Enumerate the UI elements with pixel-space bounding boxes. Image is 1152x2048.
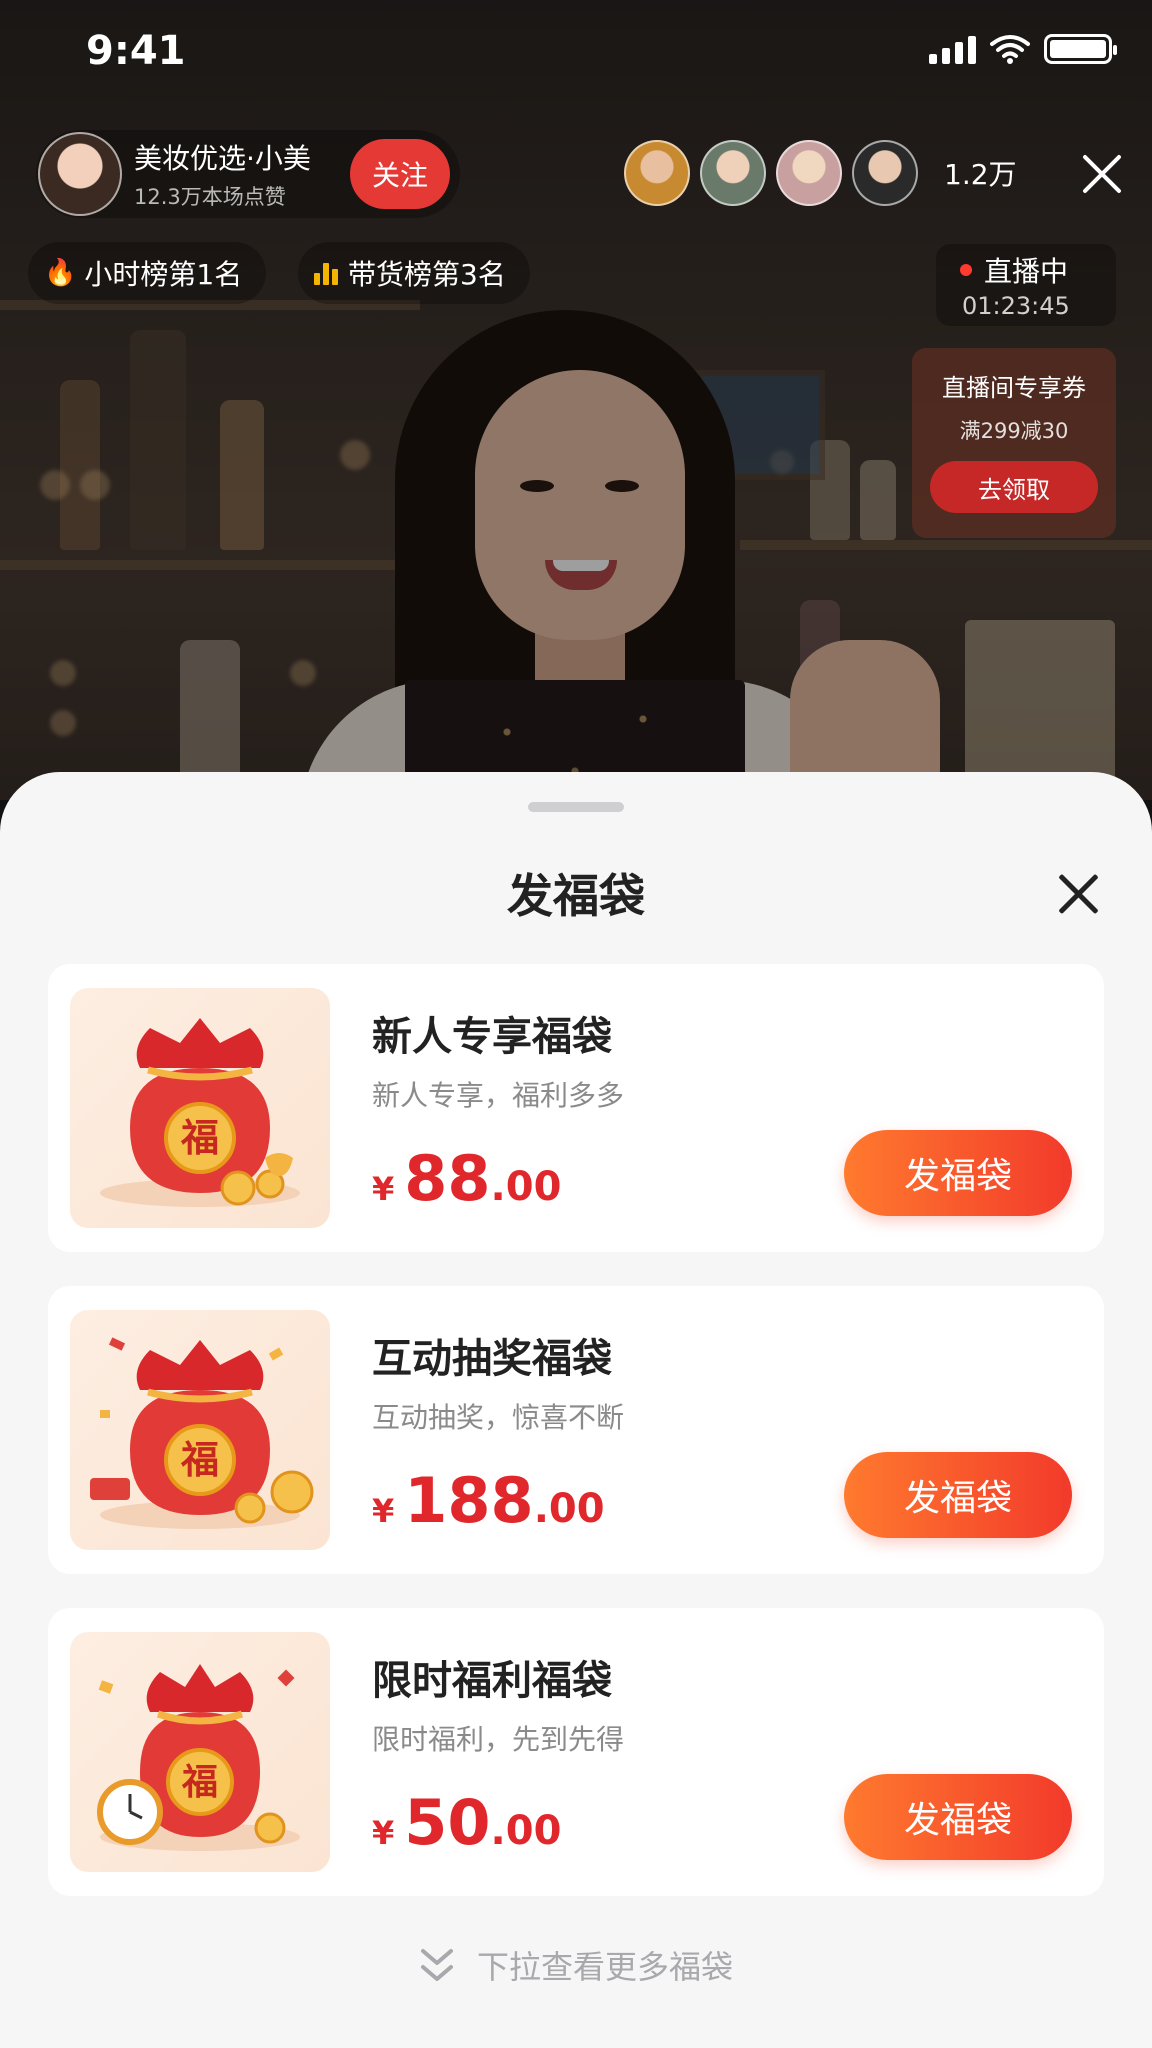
lucky-bag-subtitle: 互动抽奖，惊喜不断 [372, 1401, 625, 1434]
wifi-icon [990, 35, 1030, 64]
price-decimal: .00 [533, 1486, 605, 1532]
send-lucky-bag-button[interactable]: 发福袋 [844, 1130, 1072, 1216]
close-live-icon[interactable] [1080, 152, 1124, 196]
sales-rank-label: 带货榜第3名 [348, 258, 506, 291]
send-lucky-bag-button[interactable]: 发福袋 [844, 1774, 1072, 1860]
live-label: 直播中 [984, 255, 1069, 288]
lucky-bag-price: ¥ 188 .00 [372, 1464, 605, 1537]
signal-icon [929, 34, 976, 64]
price-decimal: .00 [490, 1808, 562, 1854]
price-integer: 88 [404, 1142, 491, 1215]
lucky-bag-title: 限时福利福袋 [372, 1658, 612, 1704]
price-currency: ¥ [372, 1170, 395, 1208]
live-duration: 01:23:45 [962, 292, 1070, 320]
close-icon[interactable] [1056, 872, 1100, 916]
lucky-bag-sheet: 发福袋 福 新人专享福袋 新人专享，福利多多 ¥ 88 .00 发福袋 福 互动… [0, 772, 1152, 2048]
anchor-name: 美妆优选·小美 [134, 142, 311, 175]
coupon-card[interactable]: 直播间专享券 满299减30 去领取 [912, 348, 1116, 538]
fire-icon: 🔥 [44, 258, 77, 288]
lucky-bag-price: ¥ 50 .00 [372, 1786, 561, 1859]
bag-char: 福 [180, 1438, 219, 1482]
send-lucky-bag-button[interactable]: 发福袋 [844, 1452, 1072, 1538]
lucky-bag-title: 互动抽奖福袋 [372, 1336, 612, 1382]
bag-char: 福 [180, 1116, 219, 1160]
lucky-bag-card: 福 限时福利福袋 限时福利，先到先得 ¥ 50 .00 发福袋 [48, 1608, 1104, 1896]
double-chevron-down-icon [420, 1949, 453, 1981]
bag-char: 福 [181, 1762, 218, 1803]
status-time: 9:41 [86, 28, 186, 74]
load-more-hint[interactable]: 下拉查看更多福袋 [0, 1942, 1152, 1988]
anchor-info[interactable]: 美妆优选·小美 12.3万本场点赞 关注 [36, 130, 460, 218]
anchor-likes: 12.3万本场点赞 [134, 185, 286, 209]
lucky-bag-subtitle: 新人专享，福利多多 [372, 1079, 625, 1112]
live-status: 直播中 01:23:45 [936, 244, 1116, 326]
price-integer: 50 [404, 1786, 491, 1859]
coupon-title: 直播间专享券 [942, 374, 1086, 402]
sheet-grabber[interactable] [528, 802, 624, 812]
lucky-bag-price: ¥ 88 .00 [372, 1142, 561, 1215]
lucky-bag-image: 福 [70, 988, 330, 1228]
battery-icon [1044, 34, 1117, 64]
live-dot-icon [960, 264, 972, 276]
lucky-bag-card: 福 新人专享福袋 新人专享，福利多多 ¥ 88 .00 发福袋 [48, 964, 1104, 1252]
load-more-label: 下拉查看更多福袋 [476, 1948, 733, 1986]
viewer-list[interactable]: 1.2万 [624, 140, 1017, 206]
viewer-avatar[interactable] [700, 140, 766, 206]
price-integer: 188 [404, 1464, 534, 1537]
hourly-rank-badge[interactable]: 🔥 小时榜第1名 [28, 242, 267, 304]
sales-rank-badge[interactable]: 带货榜第3名 [298, 242, 530, 304]
lucky-bag-subtitle: 限时福利，先到先得 [372, 1723, 625, 1756]
lucky-bag-title: 新人专享福袋 [372, 1014, 612, 1060]
anchor-avatar[interactable] [38, 132, 122, 216]
bar-chart-icon [314, 261, 338, 285]
status-icons [929, 34, 1117, 64]
viewer-count[interactable]: 1.2万 [944, 153, 1017, 193]
price-currency: ¥ [372, 1492, 395, 1530]
sheet-title: 发福袋 [507, 869, 645, 923]
follow-button[interactable]: 关注 [350, 139, 450, 209]
hourly-rank-label: 小时榜第1名 [84, 258, 243, 291]
viewer-avatar[interactable] [852, 140, 918, 206]
viewer-avatar[interactable] [776, 140, 842, 206]
claim-coupon-button[interactable]: 去领取 [930, 461, 1098, 513]
price-currency: ¥ [372, 1814, 395, 1852]
lucky-bag-card: 福 互动抽奖福袋 互动抽奖，惊喜不断 ¥ 188 .00 发福袋 [48, 1286, 1104, 1574]
coupon-desc: 满299减30 [959, 419, 1069, 443]
lucky-bag-image: 福 [70, 1310, 330, 1550]
viewer-avatar[interactable] [624, 140, 690, 206]
lucky-bag-image: 福 [70, 1632, 330, 1872]
price-decimal: .00 [490, 1164, 562, 1210]
